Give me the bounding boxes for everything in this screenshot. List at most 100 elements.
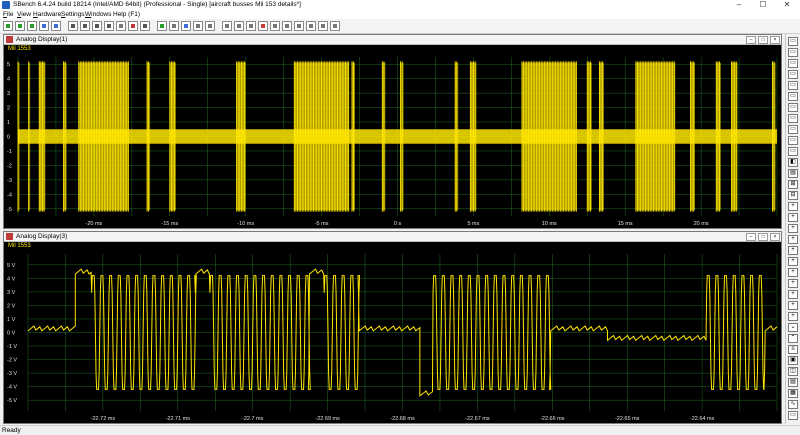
fft-button[interactable] bbox=[205, 21, 215, 31]
math-button[interactable] bbox=[193, 21, 203, 31]
side-tool-30-icon[interactable]: ▣ bbox=[788, 356, 798, 365]
tile-h-icon bbox=[297, 24, 301, 28]
table-button[interactable] bbox=[318, 21, 328, 31]
menu-item-indows[interactable]: Windows bbox=[85, 10, 111, 19]
cursor-button[interactable] bbox=[92, 21, 102, 31]
x-tick-label: 10 ms bbox=[542, 221, 557, 227]
panel-close-button[interactable]: × bbox=[770, 36, 780, 44]
side-tool-25-icon[interactable]: + bbox=[788, 301, 798, 310]
settings-icon bbox=[143, 24, 147, 28]
waveform-plot-1[interactable]: 5 4 3 2 1 0 -1 -2 -3 -4 -5 -20 ms -15 ms -10 ms -5 ms 0… bbox=[4, 55, 781, 228]
side-tool-19-icon[interactable]: + bbox=[788, 235, 798, 244]
side-tool-20-icon[interactable]: + bbox=[788, 246, 798, 255]
y-tick-label: -4 bbox=[7, 192, 12, 198]
y-tick-label: 4 V bbox=[7, 276, 16, 282]
y-tick-label: -2 V bbox=[7, 358, 17, 364]
grid-button[interactable] bbox=[169, 21, 179, 31]
display-icon bbox=[6, 233, 13, 240]
side-tool-26-icon[interactable]: + bbox=[788, 312, 798, 321]
side-tool-32-icon[interactable]: ▤ bbox=[788, 378, 798, 387]
side-tool-35-icon[interactable]: ▭ bbox=[788, 411, 798, 420]
copy-button[interactable] bbox=[270, 21, 280, 31]
panel-minimize-button[interactable]: – bbox=[746, 36, 756, 44]
menu-item-help-f1-[interactable]: Help (F1) bbox=[113, 10, 140, 19]
side-tool-16-icon[interactable]: + bbox=[788, 202, 798, 211]
menu-item-ile[interactable]: File bbox=[3, 10, 14, 19]
y-tick-label: 2 V bbox=[7, 303, 16, 309]
side-tool-33-icon[interactable]: ▦ bbox=[788, 389, 798, 398]
run-button[interactable] bbox=[3, 21, 13, 31]
panel-minimize-button[interactable]: – bbox=[746, 233, 756, 241]
print-icon bbox=[107, 24, 111, 28]
close-button[interactable]: ✕ bbox=[776, 0, 798, 10]
panel-maximize-button[interactable]: □ bbox=[758, 36, 768, 44]
y-tick-label: 3 V bbox=[7, 290, 16, 296]
save-button[interactable] bbox=[116, 21, 126, 31]
side-tool-17-icon[interactable]: + bbox=[788, 213, 798, 222]
side-tool-18-icon[interactable]: + bbox=[788, 224, 798, 233]
report-button[interactable] bbox=[330, 21, 340, 31]
panel-close-button[interactable]: × bbox=[770, 233, 780, 241]
single-icon bbox=[30, 24, 34, 28]
side-tool-28-icon[interactable]: ⌃ bbox=[788, 334, 798, 343]
maximize-button[interactable]: ☐ bbox=[752, 0, 774, 10]
settings-button[interactable] bbox=[140, 21, 150, 31]
side-tool-27-icon[interactable]: ⌄ bbox=[788, 323, 798, 332]
export-button[interactable] bbox=[128, 21, 138, 31]
layout-button[interactable] bbox=[282, 21, 292, 31]
side-tool-7-icon[interactable]: ▭ bbox=[788, 103, 798, 112]
waveform-plot-2[interactable]: 5 V 4 V 3 V 2 V 1 V 0 V -1 V -2 V -3 V -4 V -5 V -2… bbox=[4, 252, 781, 423]
table-icon bbox=[321, 24, 325, 28]
single-button[interactable] bbox=[27, 21, 37, 31]
fit-button[interactable] bbox=[80, 21, 90, 31]
side-tool-31-icon[interactable]: ◫ bbox=[788, 367, 798, 376]
side-tool-4-icon[interactable]: ▭ bbox=[788, 70, 798, 79]
histogram-button[interactable] bbox=[234, 21, 244, 31]
x-tick-label: -22.65 ms bbox=[615, 416, 640, 422]
side-tool-10-icon[interactable]: ▭ bbox=[788, 136, 798, 145]
side-tool-15-icon[interactable]: ⊟ bbox=[788, 191, 798, 200]
tile-v-button[interactable] bbox=[306, 21, 316, 31]
cursor-icon bbox=[95, 24, 99, 28]
menu-item-ardware[interactable]: Hardware bbox=[33, 10, 61, 19]
side-tool-5-icon[interactable]: ▭ bbox=[788, 81, 798, 90]
tile-h-button[interactable] bbox=[294, 21, 304, 31]
menu-item-iew[interactable]: View bbox=[17, 10, 31, 19]
gear-button[interactable] bbox=[157, 21, 167, 31]
side-tool-6-icon[interactable]: ▭ bbox=[788, 92, 798, 101]
trigger-button[interactable] bbox=[39, 21, 49, 31]
side-tool-13-icon[interactable]: ▤ bbox=[788, 169, 798, 178]
side-tool-2-icon[interactable]: ▭ bbox=[788, 48, 798, 57]
side-tool-21-icon[interactable]: + bbox=[788, 257, 798, 266]
side-tool-9-icon[interactable]: ▭ bbox=[788, 125, 798, 134]
zoom-out-button[interactable] bbox=[68, 21, 78, 31]
delete-button[interactable] bbox=[258, 21, 268, 31]
side-tool-29-icon[interactable]: ≡ bbox=[788, 345, 798, 354]
side-tool-23-icon[interactable]: + bbox=[788, 279, 798, 288]
print-button[interactable] bbox=[104, 21, 114, 31]
side-tool-1-icon[interactable]: ▭ bbox=[788, 37, 798, 46]
side-tool-12-icon[interactable]: ◧ bbox=[788, 158, 798, 167]
xy-button[interactable] bbox=[246, 21, 256, 31]
x-tick-label: -22.7 ms bbox=[242, 416, 264, 422]
panel-maximize-button[interactable]: □ bbox=[758, 233, 768, 241]
minimize-button[interactable]: – bbox=[728, 0, 750, 10]
menu-item-ettings[interactable]: Settings bbox=[61, 10, 85, 19]
side-tool-8-icon[interactable]: ▭ bbox=[788, 114, 798, 123]
side-tool-14-icon[interactable]: ⊞ bbox=[788, 180, 798, 189]
side-tool-34-icon[interactable]: ∿ bbox=[788, 400, 798, 409]
side-tool-11-icon[interactable]: ▭ bbox=[788, 147, 798, 156]
y-tick-label: 0 bbox=[7, 135, 10, 141]
side-tool-24-icon[interactable]: + bbox=[788, 290, 798, 299]
side-tool-3-icon[interactable]: ▭ bbox=[788, 59, 798, 68]
zoom-in-button[interactable] bbox=[51, 21, 61, 31]
x-tick-label: 15 ms bbox=[618, 221, 633, 227]
measure-button[interactable] bbox=[222, 21, 232, 31]
channel-button[interactable] bbox=[181, 21, 191, 31]
side-toolbar: ▭ ▭ ▭ ▭ ▭ ▭ ▭ ▭ ▭ ▭ ▭ ◧ ▤ ⊞ ⊟ + + + + + + + + + + + ⌄ ⌃ ≡ ▣ ◫ ▤ ▦ ∿ ▭ bbox=[785, 34, 800, 424]
x-tick-label: -22.67 ms bbox=[465, 416, 490, 422]
stop-button[interactable] bbox=[15, 21, 25, 31]
y-tick-label: -1 V bbox=[7, 344, 17, 350]
copy-icon bbox=[273, 24, 277, 28]
side-tool-22-icon[interactable]: + bbox=[788, 268, 798, 277]
